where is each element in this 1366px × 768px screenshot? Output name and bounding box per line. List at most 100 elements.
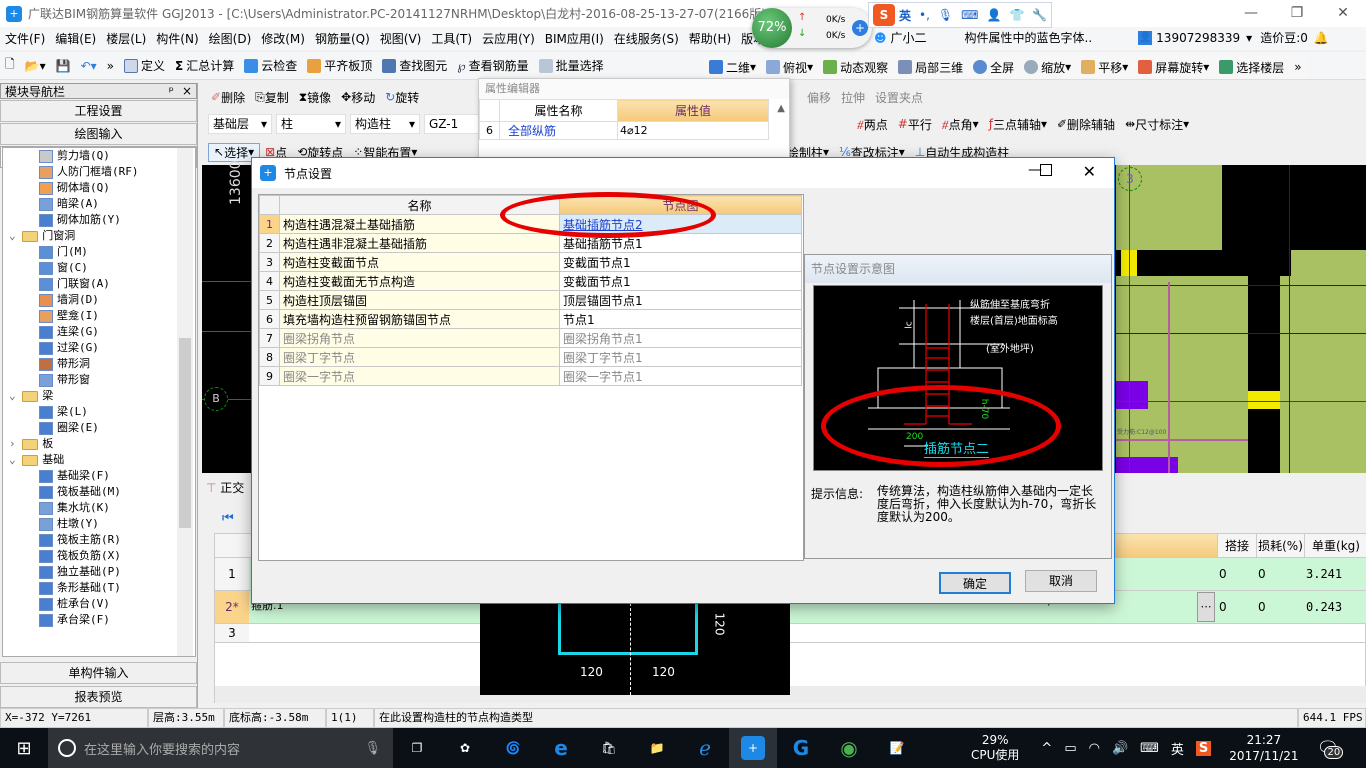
tree-item[interactable]: 人防门框墙(RF) [3, 164, 195, 180]
tray-ime[interactable]: 英 [1171, 739, 1184, 758]
toolbar-overflow-icon[interactable]: » [1289, 60, 1306, 74]
zoom-button[interactable]: 缩放 ▾ [1019, 59, 1076, 76]
node-row[interactable]: 9 圈梁一字节点 圈梁一字节点1 [259, 366, 802, 386]
scroll-up-icon[interactable]: ▲ [777, 103, 785, 114]
menu-modify[interactable]: 修改(M) [256, 30, 310, 47]
tree-item[interactable]: 筏板基础(M) [3, 484, 195, 500]
tree-item[interactable]: 条形基础(T) [3, 580, 195, 596]
account-number[interactable]: 13907298339 [1156, 31, 1240, 45]
tray-chevron-icon[interactable]: ^ [1041, 741, 1052, 756]
fan-app-icon[interactable]: ✿ [441, 728, 489, 768]
action-center-icon[interactable]: 🗨 20 [1316, 738, 1344, 759]
node-row[interactable]: 6 填充墙构造柱预留钢筋锚固节点 节点1 [259, 309, 802, 329]
project-settings-button[interactable]: 工程设置 [0, 100, 197, 122]
tree-item[interactable]: ⌄ 基础 [3, 452, 195, 468]
ok-button[interactable]: 确定 [939, 572, 1011, 594]
type-select[interactable]: 柱 ▾ [276, 114, 346, 134]
tree-item[interactable]: 带形窗 [3, 372, 195, 388]
battery-icon[interactable]: ▭ [1064, 741, 1076, 756]
net-speed-widget[interactable]: 72% ↑ ↓ 0K/s 0K/s + [752, 8, 872, 48]
tip-marquee[interactable]: 构件属性中的蓝色字体.. [965, 29, 1093, 46]
new-file-icon[interactable]: 🗋 [0, 55, 20, 76]
horizontal-scrollbar[interactable] [215, 686, 1366, 703]
tree-item[interactable]: 壁龛(I) [3, 308, 195, 324]
drawing-input-button[interactable]: 绘图输入 [0, 123, 197, 145]
menu-edit[interactable]: 编辑(E) [50, 30, 101, 47]
view-2d-button[interactable]: 二维 ▾ [704, 59, 761, 76]
tree-item[interactable]: 窗(C) [3, 260, 195, 276]
tree-item[interactable]: 门(M) [3, 244, 195, 260]
sogou-tray-icon[interactable]: S [1195, 740, 1212, 756]
cloud-check-button[interactable]: 云检查 [239, 57, 302, 74]
tree-item[interactable]: 砌体加筋(Y) [3, 212, 195, 228]
dialog-close-button[interactable]: ✕ [1083, 162, 1096, 181]
clock[interactable]: 21:27 2017/11/21 [1229, 732, 1298, 764]
top-view-button[interactable]: 俯视 ▾ [761, 59, 818, 76]
task-view-icon[interactable]: ❐ [393, 728, 441, 768]
copy-button[interactable]: ⎘ 复制 [250, 89, 294, 106]
chevron-down-icon[interactable]: ⌄ [9, 453, 22, 466]
skin-icon[interactable]: 👕 [1009, 8, 1024, 22]
undo-icon[interactable]: ↶▾ [76, 59, 102, 73]
tree-item[interactable]: ⌄ 梁 [3, 388, 195, 404]
tree-item[interactable]: 独立基础(P) [3, 564, 195, 580]
menu-rebar[interactable]: 钢筋量(Q) [310, 30, 375, 47]
orbit-button[interactable]: 动态观察 [818, 59, 893, 76]
menu-view[interactable]: 视图(V) [375, 30, 427, 47]
mirror-button[interactable]: ⧗ 镜像 [294, 89, 336, 106]
file-explorer-icon[interactable]: 📁 [633, 728, 681, 768]
grip-button[interactable]: 设置夹点 [870, 89, 928, 106]
account-dropdown-icon[interactable]: ▾ [1246, 31, 1252, 45]
ellipsis-button[interactable]: ⋯ [1197, 592, 1215, 622]
delete-axis-button[interactable]: ✐ 删除辅轴 [1052, 116, 1120, 133]
tree-item[interactable]: 筏板主筋(R) [3, 532, 195, 548]
tree-item[interactable]: › 板 [3, 436, 195, 452]
row-node-value[interactable]: 变截面节点1 [559, 252, 802, 272]
microphone-icon[interactable]: 🎙 [364, 741, 381, 756]
menu-floor[interactable]: 楼层(L) [101, 30, 151, 47]
view-rebar-button[interactable]: ℘ 查看钢筋量 [452, 57, 533, 74]
point-angle-button[interactable]: ⧣ 点角 ▾ [937, 116, 984, 133]
rotate-screen-button[interactable]: 屏幕旋转 ▾ [1133, 59, 1214, 76]
row-node-value[interactable]: 顶层锚固节点1 [559, 290, 802, 310]
define-button[interactable]: 定义 [119, 57, 170, 74]
touch-keyboard-icon[interactable]: ⌨ [1140, 741, 1159, 756]
notes-app-icon[interactable]: 📝 [873, 728, 921, 768]
row-node-value[interactable]: 圈梁丁字节点1 [559, 347, 802, 367]
subtype-select[interactable]: 构造柱 ▾ [350, 114, 420, 134]
pan-button[interactable]: 平移 ▾ [1076, 59, 1133, 76]
parallel-axis-button[interactable]: # 平行 [893, 116, 937, 133]
tree-item[interactable]: 梁(L) [3, 404, 195, 420]
menu-cloud[interactable]: 云应用(Y) [477, 30, 540, 47]
menu-file[interactable]: 文件(F) [0, 30, 50, 47]
tree-item[interactable]: 桩承台(V) [3, 596, 195, 612]
tree-item[interactable]: 带形洞 [3, 356, 195, 372]
tree-item[interactable]: 柱墩(Y) [3, 516, 195, 532]
align-slab-button[interactable]: 平齐板顶 [302, 57, 377, 74]
volume-icon[interactable]: 🔊 [1112, 741, 1128, 756]
local-3d-button[interactable]: 局部三维 [893, 59, 968, 76]
first-record-icon[interactable]: ⏮ [222, 511, 234, 526]
store-icon[interactable]: 🛍 [585, 728, 633, 768]
menu-draw[interactable]: 绘图(D) [204, 30, 257, 47]
rotate-button[interactable]: ↻ 旋转 [380, 89, 424, 106]
user-icon[interactable]: 👤 [986, 8, 1001, 22]
dimension-button[interactable]: ⇹ 尺寸标注 ▾ [1120, 116, 1194, 133]
node-row[interactable]: 4 构造柱变截面无节点构造 变截面节点1 [259, 271, 802, 291]
ortho-tab[interactable]: ⊤ 正交 [206, 479, 244, 496]
chevron-down-icon[interactable]: ⌄ [9, 389, 22, 402]
microphone-icon[interactable]: 🎙 [938, 8, 953, 22]
tree-item[interactable]: 基础梁(F) [3, 468, 195, 484]
save-icon[interactable]: 💾 [51, 59, 76, 73]
tree-item[interactable]: ⌄ 门窗洞 [3, 228, 195, 244]
table-row[interactable] [249, 624, 1366, 643]
green-app-icon[interactable]: ◉ [825, 728, 873, 768]
search-box[interactable]: 在这里输入你要搜索的内容 🎙 [48, 728, 393, 768]
minimize-button[interactable]: — [1228, 0, 1274, 27]
tree-item[interactable]: 集水坑(K) [3, 500, 195, 516]
keyboard-icon[interactable]: ⌨ [961, 8, 978, 22]
assistant-link[interactable]: 广小二 [891, 29, 927, 46]
select-floor-button[interactable]: 选择楼层 [1214, 59, 1289, 76]
tree-item[interactable]: 剪力墙(Q) [3, 148, 195, 164]
delete-button[interactable]: ✐ 删除 [206, 89, 250, 106]
